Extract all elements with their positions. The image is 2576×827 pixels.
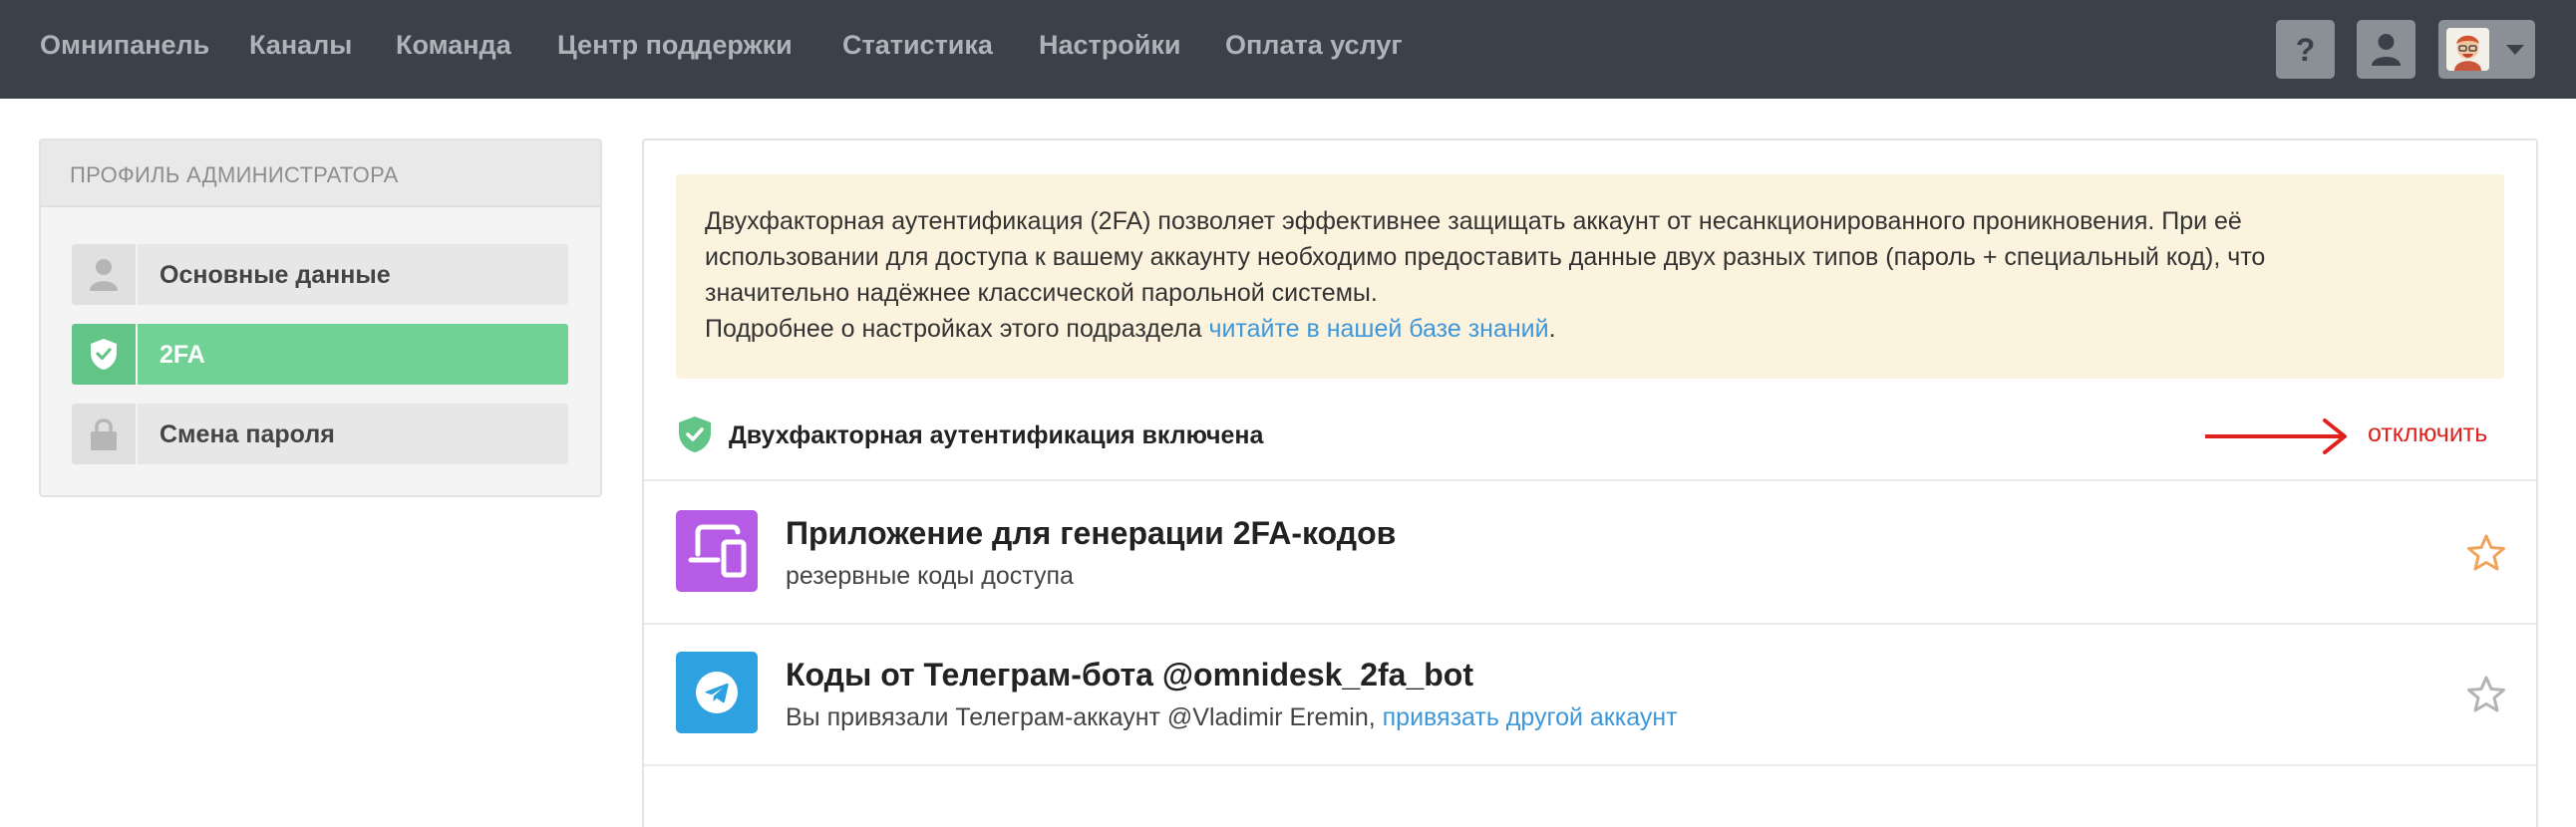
chevron-down-icon [2506,45,2524,55]
disable-2fa-link[interactable]: отключить [2368,419,2487,448]
sidebar-icon-box [72,404,136,464]
sidebar-icon-box [72,324,136,385]
avatar-image [2446,28,2489,71]
top-navigation-bar: Омнипанель Каналы Команда Центр поддержк… [0,0,2576,99]
telegram-icon-box [676,652,758,733]
sidebar-label-box: 2FA [138,324,568,385]
nav-item-settings[interactable]: Настройки [1039,30,1180,61]
devices-icon [688,524,747,578]
method-title: Приложение для генерации 2FA-кодов [786,515,1397,551]
nav-item-support-center[interactable]: Центр поддержки [557,30,793,61]
profile-sidebar: ПРОФИЛЬ АДМИНИСТРАТОРА Основные данные 2… [39,138,602,497]
info-text-line: Подробнее о настройках этого подраздела … [705,315,1556,344]
info-text-prefix: Подробнее о настройках этого подраздела [705,315,1209,343]
sidebar-item-2fa[interactable]: 2FA [72,324,568,385]
shield-check-icon [91,339,117,370]
two-factor-panel: Двухфакторная аутентификация (2FA) позво… [642,138,2538,827]
nav-item-statistics[interactable]: Статистика [842,30,993,61]
sidebar-item-label: 2FA [160,341,205,369]
sidebar-label-box: Смена пароля [138,404,568,464]
avatar [2446,28,2489,71]
arrow-right-icon [2205,418,2347,454]
nav-item-team[interactable]: Команда [396,30,511,61]
2fa-status-row: Двухфакторная аутентификация включена от… [644,402,2536,481]
sidebar-item-label: Основные данные [160,261,391,289]
profile-button[interactable] [2357,20,2415,79]
sidebar-item-change-password[interactable]: Смена пароля [72,404,568,464]
method-telegram-bot: Коды от Телеграм-бота @omnidesk_2fa_bot … [644,625,2536,766]
sidebar-item-general[interactable]: Основные данные [72,244,568,305]
help-button[interactable]: ? [2276,20,2335,79]
nav-item-channels[interactable]: Каналы [249,30,352,61]
method-description: Вы привязали Телеграм-аккаунт @Vladimir … [786,703,1678,732]
nav-item-billing[interactable]: Оплата услуг [1225,30,1403,61]
star-icon[interactable] [2466,533,2506,573]
sidebar-title: ПРОФИЛЬ АДМИНИСТРАТОРА [70,162,399,187]
person-icon [2372,34,2401,66]
telegram-icon [696,672,738,713]
star-icon[interactable] [2466,675,2506,714]
person-icon [90,259,118,291]
method-title: Коды от Телеграм-бота @omnidesk_2fa_bot [786,657,1473,692]
info-text-line: использовании для доступа к вашему аккау… [705,243,2266,271]
2fa-status-text: Двухфакторная аутентификация включена [729,421,1264,449]
info-text-suffix: . [1548,315,1556,343]
knowledge-base-link[interactable]: читайте в нашей базе знаний [1208,315,1548,343]
devices-icon-box [676,510,758,592]
sidebar-icon-box [72,244,136,305]
telegram-linked-account-text: Вы привязали Телеграм-аккаунт @Vladimir … [786,703,1383,731]
backup-codes-link[interactable]: резервные коды доступа [786,562,1074,591]
sidebar-label-box: Основные данные [138,244,568,305]
info-text-line: Двухфакторная аутентификация (2FA) позво… [705,207,2242,235]
account-menu-button[interactable] [2438,20,2535,79]
link-another-account-link[interactable]: привязать другой аккаунт [1383,703,1678,731]
question-icon: ? [2295,32,2316,68]
nav-item-omnipanel[interactable]: Омнипанель [40,30,209,61]
method-authenticator-app: Приложение для генерации 2FA-кодов резер… [644,483,2536,625]
info-notice: Двухфакторная аутентификация (2FA) позво… [676,174,2504,379]
lock-icon [91,418,117,450]
sidebar-item-label: Смена пароля [160,420,335,448]
shield-check-icon [679,416,711,452]
sidebar-header: ПРОФИЛЬ АДМИНИСТРАТОРА [41,140,600,207]
info-text-line: значительно надёжнее классической пароль… [705,279,1378,307]
